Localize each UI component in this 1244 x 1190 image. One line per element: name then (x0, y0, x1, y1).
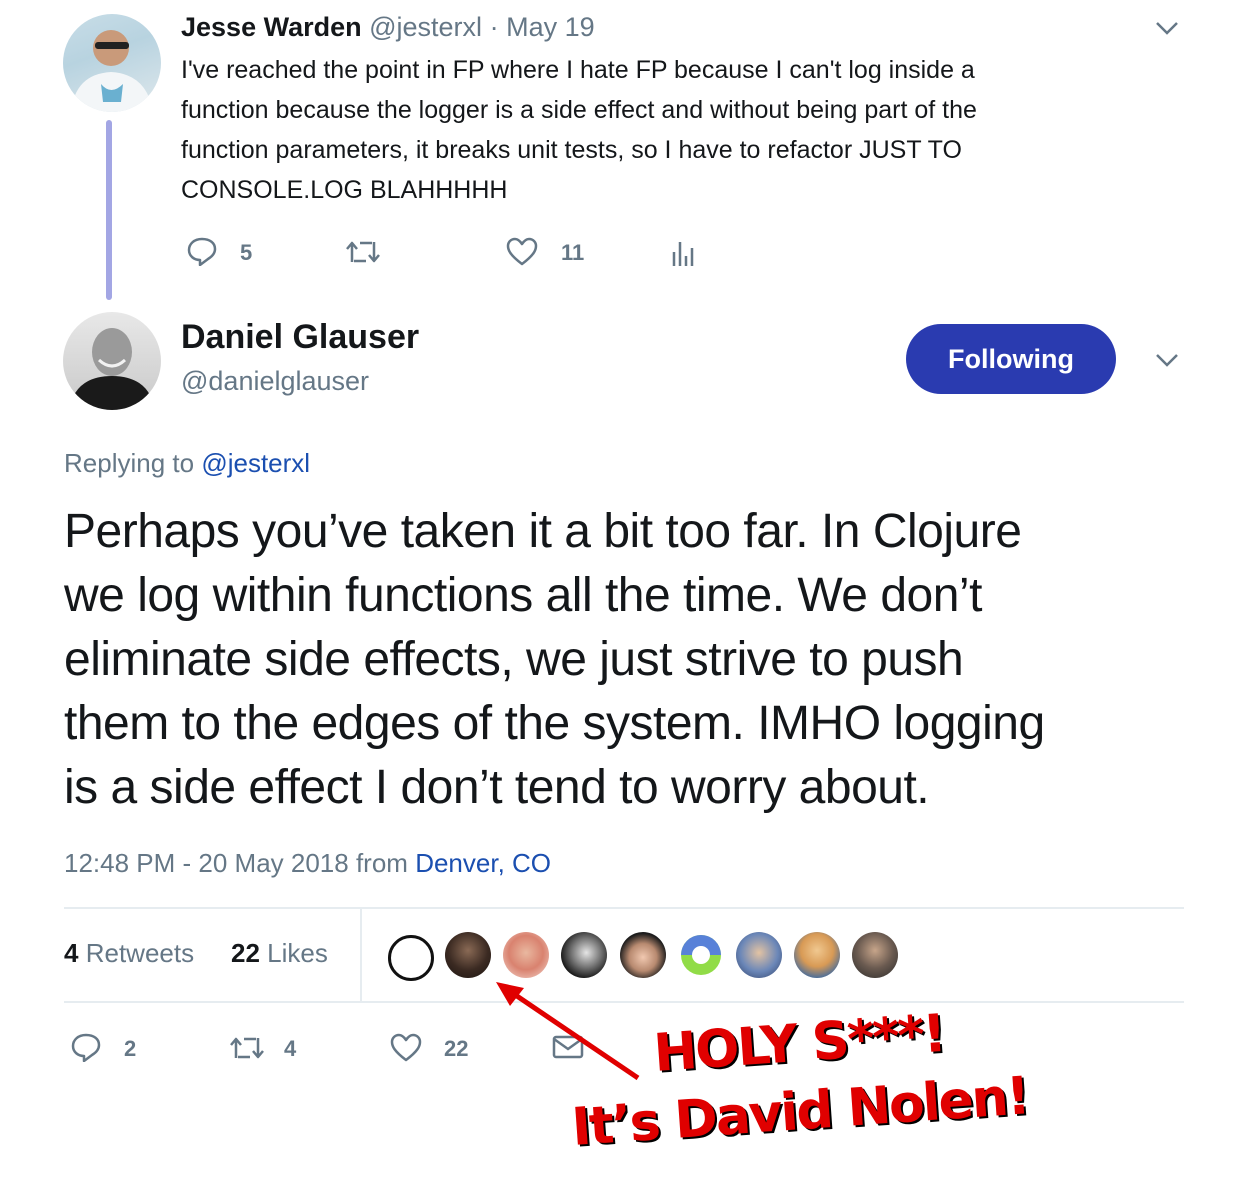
liker-avatar[interactable] (794, 932, 840, 978)
thread-line (106, 120, 112, 300)
daniel-glauser-avatar[interactable] (63, 312, 161, 410)
header-separator: · (489, 12, 499, 42)
tweet-timestamp[interactable]: 12:48 PM - 20 May 2018 from (64, 848, 408, 878)
parent-chevron-down-icon[interactable] (1154, 18, 1180, 38)
liker-avatar-david-nolen[interactable] (445, 932, 491, 978)
liker-avatar[interactable] (620, 932, 666, 978)
tweet-timestamp-row: 12:48 PM - 20 May 2018 from Denver, CO (64, 848, 551, 879)
liker-avatar[interactable] (388, 935, 434, 981)
parent-text-line: CONSOLE.LOG BLAHHHHH (181, 176, 508, 204)
main-text-line: we log within functions all the time. We… (64, 569, 982, 622)
retweets-stat[interactable]: 4 Retweets (64, 938, 194, 969)
parent-tweet-text: I've reached the point in FP where I hat… (181, 50, 977, 210)
main-tweet-text: Perhaps you’ve taken it a bit too far. I… (64, 500, 1045, 820)
parent-text-line: function parameters, it breaks unit test… (181, 136, 962, 164)
main-text-line: them to the edges of the system. IMHO lo… (64, 697, 1045, 750)
liker-avatar[interactable] (736, 932, 782, 978)
parent-analytics-icon[interactable] (670, 238, 694, 268)
replying-to-label: Replying to (64, 448, 195, 478)
parent-author-name[interactable]: Jesse Warden (181, 12, 362, 42)
liker-avatar[interactable] (852, 932, 898, 978)
parent-text-line: function because the logger is a side ef… (181, 96, 977, 124)
main-text-line: is a side effect I don’t tend to worry a… (64, 761, 930, 814)
parent-reply-icon[interactable] (186, 236, 218, 266)
annotation-arrow (488, 976, 648, 1091)
tweet-location-link[interactable]: Denver, CO (415, 848, 551, 878)
main-author-name[interactable]: Daniel Glauser (181, 318, 419, 357)
jesse-warden-avatar[interactable] (63, 14, 161, 112)
following-button-label: Following (948, 343, 1074, 374)
main-text-line: Perhaps you’ve taken it a bit too far. I… (64, 505, 1022, 558)
likes-stat[interactable]: 22 Likes (231, 938, 328, 969)
main-author-handle[interactable]: @danielglauser (181, 366, 369, 397)
main-text-line: eliminate side effects, we just strive t… (64, 633, 964, 686)
stats-vertical-divider (360, 908, 362, 1002)
parent-like-icon[interactable] (506, 237, 538, 267)
parent-tweet-header: Jesse Warden @jesterxl · May 19 (181, 12, 595, 43)
reply-icon[interactable] (70, 1032, 102, 1062)
retweets-label: Retweets (85, 938, 195, 968)
liker-avatar[interactable] (561, 932, 607, 978)
parent-reply-count: 5 (240, 240, 253, 265)
liker-avatar[interactable] (678, 932, 724, 978)
likes-label: Likes (267, 938, 328, 968)
replying-to: Replying to @jesterxl (64, 448, 310, 479)
reply-count: 2 (124, 1036, 137, 1061)
main-chevron-down-icon[interactable] (1154, 350, 1180, 370)
retweets-count: 4 (64, 938, 79, 968)
parent-retweet-icon[interactable] (344, 238, 382, 266)
replying-to-handle-link[interactable]: @jesterxl (201, 448, 310, 478)
following-button[interactable]: Following (906, 324, 1116, 394)
parent-tweet-date[interactable]: May 19 (506, 12, 595, 42)
parent-like-count: 11 (561, 240, 585, 265)
liker-avatar[interactable] (503, 932, 549, 978)
likes-count: 22 (231, 938, 260, 968)
annotation-holy: HOLY S***! (651, 1003, 947, 1084)
retweet-icon[interactable] (228, 1034, 266, 1062)
parent-text-line: I've reached the point in FP where I hat… (181, 56, 975, 84)
divider-top (64, 907, 1184, 909)
like-count: 22 (444, 1036, 469, 1061)
parent-author-handle[interactable]: @jesterxl (369, 12, 482, 42)
retweet-count: 4 (284, 1036, 297, 1061)
like-icon[interactable] (390, 1033, 422, 1063)
